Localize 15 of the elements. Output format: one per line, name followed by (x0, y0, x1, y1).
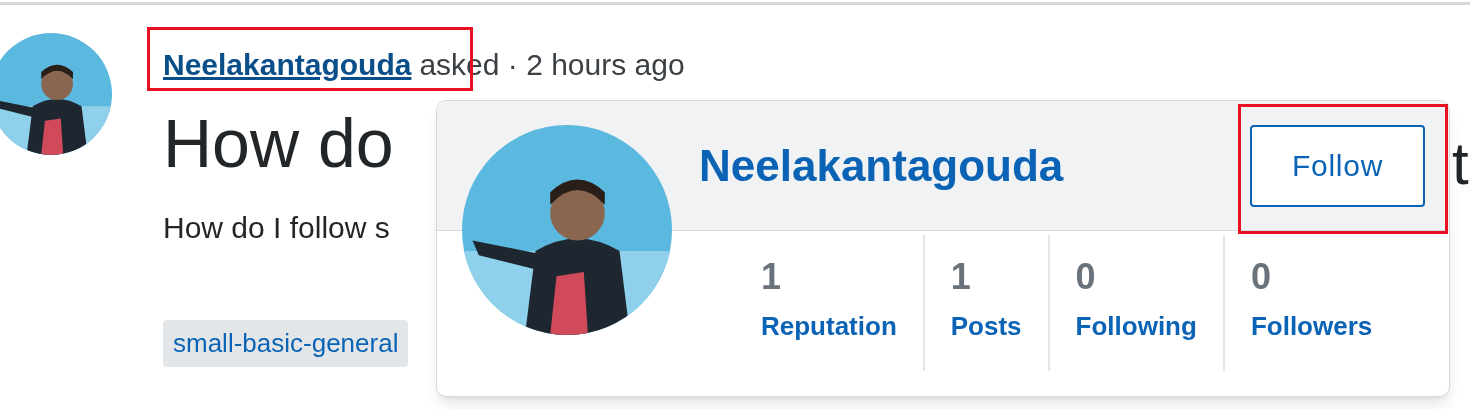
stat-label[interactable]: Reputation (761, 307, 897, 346)
tag[interactable]: small-basic-general (163, 320, 409, 367)
stat-value: 1 (761, 255, 783, 299)
stat-value: 0 (1075, 255, 1097, 299)
question-title: t (1452, 129, 1469, 199)
follow-button[interactable]: Follow (1250, 124, 1425, 207)
stat-value: 1 (950, 255, 972, 299)
profile-name[interactable]: Neelakantagouda (699, 132, 1064, 199)
author-link[interactable]: Neelakantagouda (163, 41, 412, 89)
question-title: How do (163, 104, 395, 183)
question-body: How do I follow s (163, 210, 391, 246)
stat-label[interactable]: Followers (1250, 307, 1373, 346)
stat-value: 0 (1250, 255, 1272, 299)
stat-label[interactable]: Following (1075, 307, 1197, 346)
stat-label[interactable]: Posts (950, 307, 1022, 346)
